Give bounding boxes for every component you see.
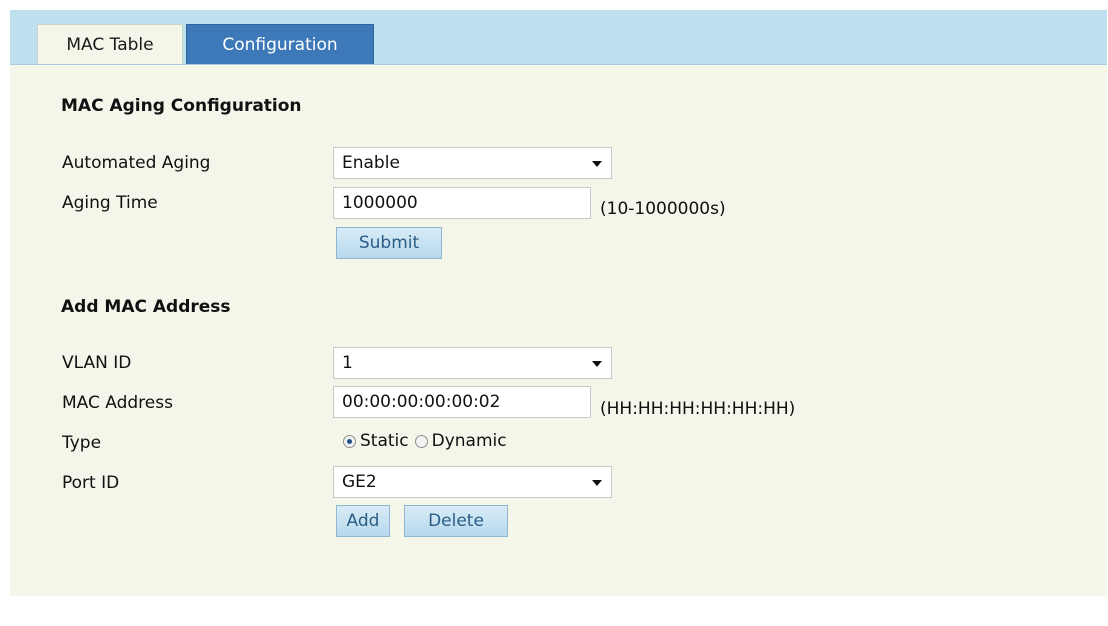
mac-aging-section-title: MAC Aging Configuration xyxy=(61,96,302,116)
submit-button[interactable]: Submit xyxy=(336,227,442,259)
radio-checked-icon xyxy=(343,434,356,448)
add-mac-section-title: Add MAC Address xyxy=(61,297,231,317)
delete-button-label: Delete xyxy=(428,511,484,531)
aging-time-hint: (10-1000000s) xyxy=(600,199,726,219)
add-button-label: Add xyxy=(346,511,380,531)
port-id-select[interactable]: GE2 xyxy=(333,466,612,498)
tab-configuration-label: Configuration xyxy=(222,34,338,55)
vlan-id-label: VLAN ID xyxy=(62,353,132,373)
vlan-id-value: 1 xyxy=(342,353,353,373)
automated-aging-select[interactable]: Enable xyxy=(333,147,612,179)
automated-aging-label: Automated Aging xyxy=(62,153,211,173)
chevron-down-icon xyxy=(592,480,602,486)
tab-mac-table[interactable]: MAC Table xyxy=(37,24,183,64)
tab-bar: MAC Table Configuration xyxy=(10,10,1107,65)
configuration-panel: MAC Table Configuration MAC Aging Config… xyxy=(10,10,1107,596)
type-dynamic-label: Dynamic xyxy=(431,431,507,451)
vlan-id-select[interactable]: 1 xyxy=(333,347,612,379)
aging-time-input[interactable]: 1000000 xyxy=(333,187,591,219)
submit-button-label: Submit xyxy=(358,233,420,253)
mac-address-label: MAC Address xyxy=(62,393,173,413)
type-dynamic-radio[interactable]: Dynamic xyxy=(414,431,507,451)
tab-mac-table-label: MAC Table xyxy=(66,34,154,55)
automated-aging-value: Enable xyxy=(342,153,400,173)
type-label: Type xyxy=(62,433,102,453)
add-button[interactable]: Add xyxy=(336,505,390,537)
delete-button[interactable]: Delete xyxy=(404,505,508,537)
chevron-down-icon xyxy=(592,161,602,167)
type-radio-group: Static Dynamic xyxy=(343,431,513,451)
mac-address-input[interactable]: 00:00:00:00:00:02 xyxy=(333,386,591,418)
port-id-value: GE2 xyxy=(342,472,377,492)
type-static-radio[interactable]: Static xyxy=(343,431,409,451)
mac-address-hint: (HH:HH:HH:HH:HH:HH) xyxy=(600,399,796,419)
radio-unchecked-icon xyxy=(414,434,428,448)
tab-configuration[interactable]: Configuration xyxy=(186,24,374,64)
type-static-label: Static xyxy=(360,431,409,451)
chevron-down-icon xyxy=(592,361,602,367)
aging-time-label: Aging Time xyxy=(62,193,158,213)
port-id-label: Port ID xyxy=(62,473,120,493)
